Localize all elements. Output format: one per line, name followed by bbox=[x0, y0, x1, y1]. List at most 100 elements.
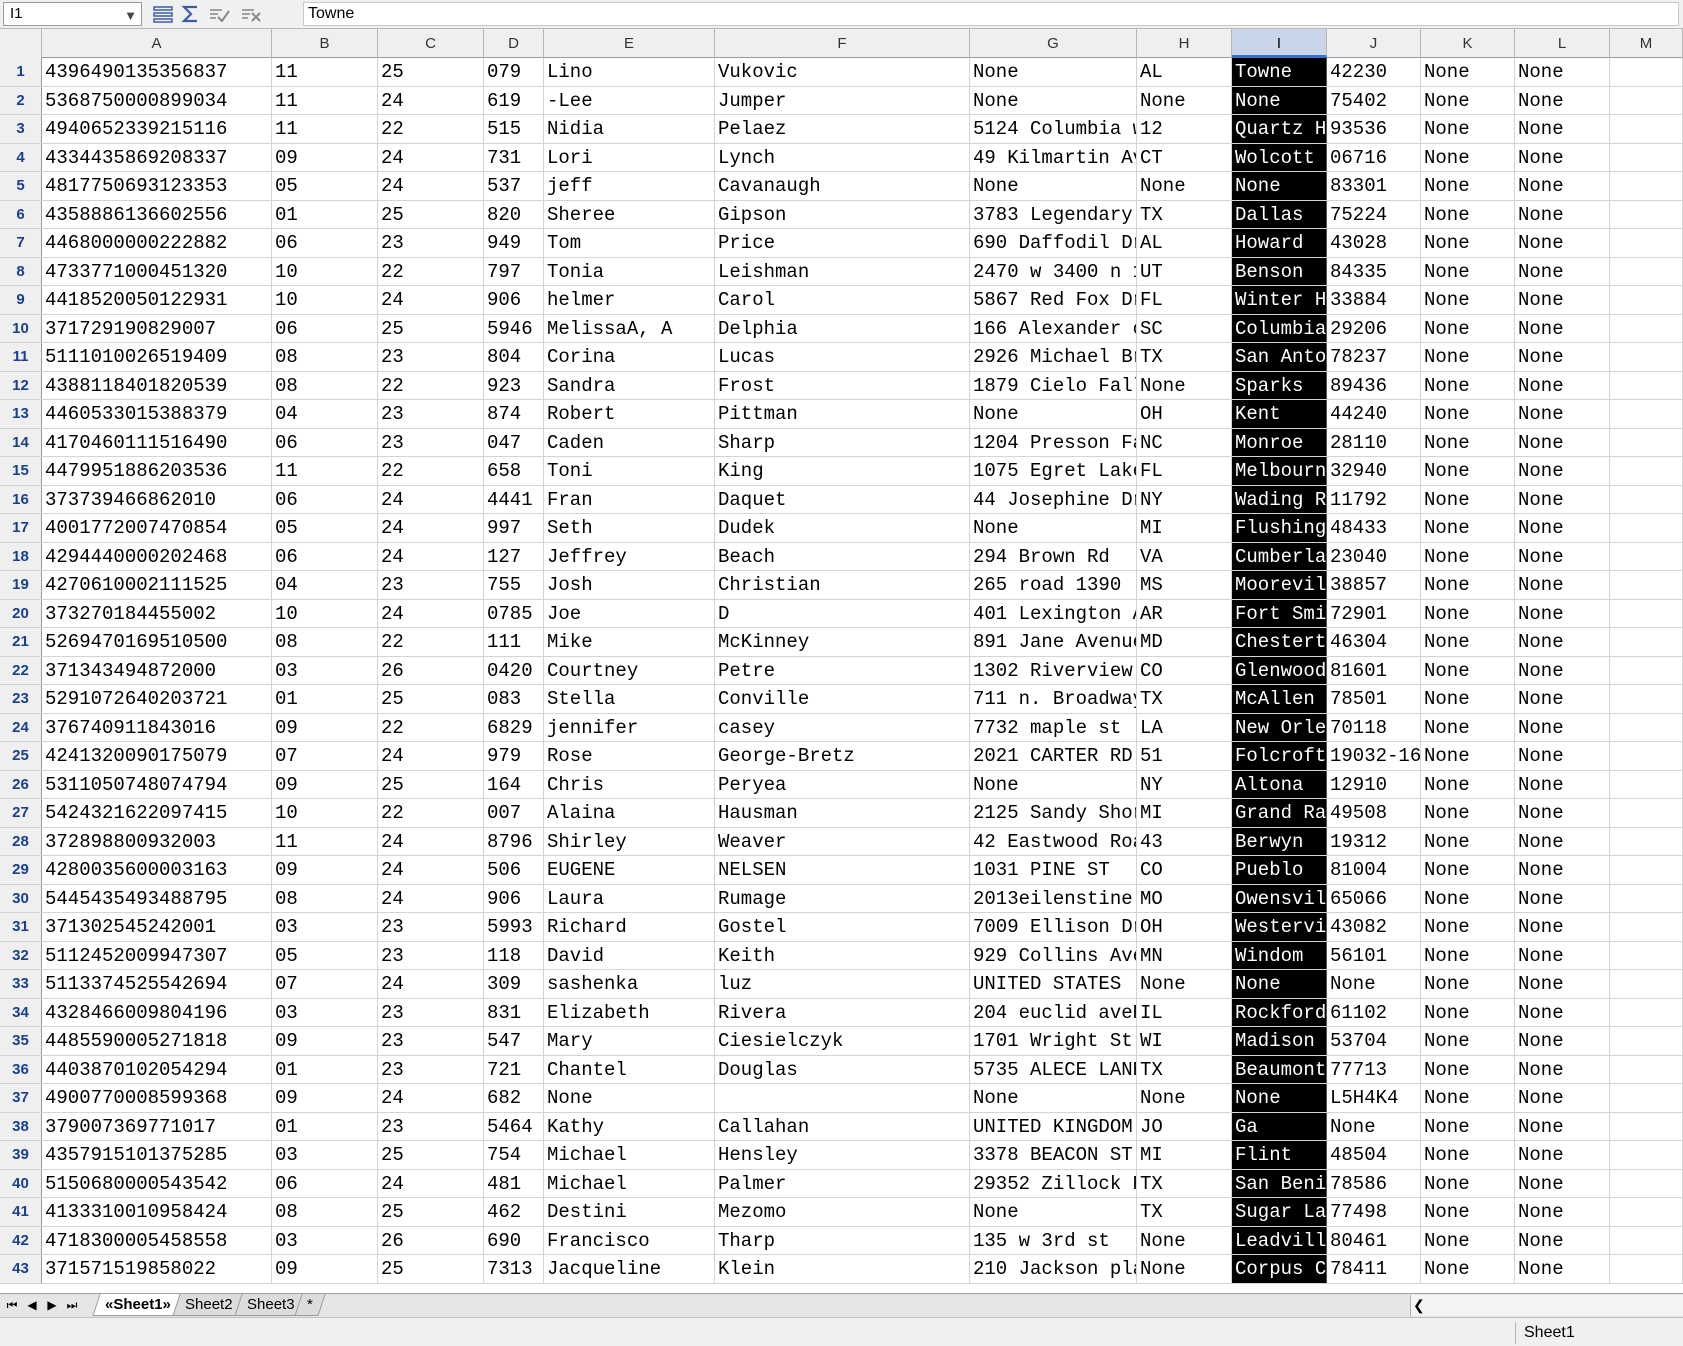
cell-f17[interactable]: Dudek bbox=[715, 514, 970, 542]
cell-c21[interactable]: 22 bbox=[378, 628, 484, 656]
row-header[interactable]: 20 bbox=[0, 599, 42, 627]
row-header[interactable]: 30 bbox=[0, 884, 42, 912]
cell-b39[interactable]: 03 bbox=[272, 1141, 378, 1169]
cell-j26[interactable]: 12910 bbox=[1327, 770, 1421, 798]
cell-l1[interactable]: None bbox=[1515, 58, 1610, 86]
cell-l15[interactable]: None bbox=[1515, 457, 1610, 485]
cell-j21[interactable]: 46304 bbox=[1327, 628, 1421, 656]
row-header[interactable]: 17 bbox=[0, 514, 42, 542]
cell-c13[interactable]: 23 bbox=[378, 400, 484, 428]
cell-k1[interactable]: None bbox=[1421, 58, 1515, 86]
column-header-i[interactable]: I bbox=[1232, 29, 1327, 58]
cell-m30[interactable] bbox=[1610, 884, 1683, 912]
cell-i5[interactable]: None bbox=[1232, 172, 1327, 200]
cell-j27[interactable]: 49508 bbox=[1327, 799, 1421, 827]
cell-g28[interactable]: 42 Eastwood Roa bbox=[970, 827, 1137, 855]
cell-j22[interactable]: 81601 bbox=[1327, 656, 1421, 684]
cell-a39[interactable]: 4357915101375285 bbox=[42, 1141, 272, 1169]
cell-m21[interactable] bbox=[1610, 628, 1683, 656]
cell-l42[interactable]: None bbox=[1515, 1226, 1610, 1254]
cell-h12[interactable]: None bbox=[1137, 371, 1232, 399]
cell-m17[interactable] bbox=[1610, 514, 1683, 542]
cell-c29[interactable]: 24 bbox=[378, 856, 484, 884]
cell-m33[interactable] bbox=[1610, 970, 1683, 998]
cell-b30[interactable]: 08 bbox=[272, 884, 378, 912]
cell-l37[interactable]: None bbox=[1515, 1084, 1610, 1112]
cell-g42[interactable]: 135 w 3rd st bbox=[970, 1226, 1137, 1254]
cell-h36[interactable]: TX bbox=[1137, 1055, 1232, 1083]
cell-l6[interactable]: None bbox=[1515, 200, 1610, 228]
cell-b32[interactable]: 05 bbox=[272, 941, 378, 969]
row-header[interactable]: 27 bbox=[0, 799, 42, 827]
row-header[interactable]: 29 bbox=[0, 856, 42, 884]
cell-a42[interactable]: 4718300005458558 bbox=[42, 1226, 272, 1254]
cell-m25[interactable] bbox=[1610, 742, 1683, 770]
cell-f38[interactable]: Callahan bbox=[715, 1112, 970, 1140]
cell-j9[interactable]: 33884 bbox=[1327, 286, 1421, 314]
cell-a19[interactable]: 4270610002111525 bbox=[42, 571, 272, 599]
formula-input[interactable]: Towne bbox=[303, 2, 1679, 26]
cell-k26[interactable]: None bbox=[1421, 770, 1515, 798]
cell-c31[interactable]: 23 bbox=[378, 913, 484, 941]
cell-g5[interactable]: None bbox=[970, 172, 1137, 200]
cell-g21[interactable]: 891 Jane Avenue bbox=[970, 628, 1137, 656]
cell-m38[interactable] bbox=[1610, 1112, 1683, 1140]
cell-i29[interactable]: Pueblo bbox=[1232, 856, 1327, 884]
cell-j6[interactable]: 75224 bbox=[1327, 200, 1421, 228]
cell-d10[interactable]: 5946 bbox=[484, 314, 544, 342]
column-header-d[interactable]: D bbox=[484, 29, 544, 58]
cell-d3[interactable]: 515 bbox=[484, 115, 544, 143]
column-header-c[interactable]: C bbox=[378, 29, 484, 58]
cell-d40[interactable]: 481 bbox=[484, 1169, 544, 1197]
cell-h6[interactable]: TX bbox=[1137, 200, 1232, 228]
cell-e31[interactable]: Richard bbox=[544, 913, 715, 941]
cell-k18[interactable]: None bbox=[1421, 542, 1515, 570]
cell-k30[interactable]: None bbox=[1421, 884, 1515, 912]
cell-e37[interactable]: None bbox=[544, 1084, 715, 1112]
cell-i40[interactable]: San Beni bbox=[1232, 1169, 1327, 1197]
cell-f42[interactable]: Tharp bbox=[715, 1226, 970, 1254]
cell-c14[interactable]: 23 bbox=[378, 428, 484, 456]
cell-e5[interactable]: jeff bbox=[544, 172, 715, 200]
cell-i18[interactable]: Cumberla bbox=[1232, 542, 1327, 570]
cell-k22[interactable]: None bbox=[1421, 656, 1515, 684]
cell-e15[interactable]: Toni bbox=[544, 457, 715, 485]
cell-j1[interactable]: 42230 bbox=[1327, 58, 1421, 86]
cell-i22[interactable]: Glenwood bbox=[1232, 656, 1327, 684]
row-header[interactable]: 35 bbox=[0, 1027, 42, 1055]
cell-b20[interactable]: 10 bbox=[272, 599, 378, 627]
cell-a7[interactable]: 4468000000222882 bbox=[42, 229, 272, 257]
cell-j36[interactable]: 77713 bbox=[1327, 1055, 1421, 1083]
sheet-tab-1[interactable]: «Sheet1» bbox=[92, 1294, 184, 1316]
row-header[interactable]: 28 bbox=[0, 827, 42, 855]
cell-d39[interactable]: 754 bbox=[484, 1141, 544, 1169]
cell-b3[interactable]: 11 bbox=[272, 115, 378, 143]
row-header[interactable]: 11 bbox=[0, 343, 42, 371]
cell-l4[interactable]: None bbox=[1515, 143, 1610, 171]
row-header[interactable]: 21 bbox=[0, 628, 42, 656]
cell-c25[interactable]: 24 bbox=[378, 742, 484, 770]
cell-e29[interactable]: EUGENE bbox=[544, 856, 715, 884]
cell-i39[interactable]: Flint bbox=[1232, 1141, 1327, 1169]
cell-a37[interactable]: 4900770008599368 bbox=[42, 1084, 272, 1112]
cell-h26[interactable]: NY bbox=[1137, 770, 1232, 798]
column-header-m[interactable]: M bbox=[1610, 29, 1683, 58]
cell-d6[interactable]: 820 bbox=[484, 200, 544, 228]
name-box[interactable]: I1 ▼ bbox=[3, 2, 142, 26]
cell-e1[interactable]: Lino bbox=[544, 58, 715, 86]
cell-f3[interactable]: Pelaez bbox=[715, 115, 970, 143]
cell-c4[interactable]: 24 bbox=[378, 143, 484, 171]
cell-d24[interactable]: 6829 bbox=[484, 713, 544, 741]
cell-m8[interactable] bbox=[1610, 257, 1683, 285]
column-header-b[interactable]: B bbox=[272, 29, 378, 58]
cell-k29[interactable]: None bbox=[1421, 856, 1515, 884]
cell-b27[interactable]: 10 bbox=[272, 799, 378, 827]
cell-c42[interactable]: 26 bbox=[378, 1226, 484, 1254]
cell-k21[interactable]: None bbox=[1421, 628, 1515, 656]
cell-j38[interactable]: None bbox=[1327, 1112, 1421, 1140]
column-header-g[interactable]: G bbox=[970, 29, 1137, 58]
cell-i30[interactable]: Owensvil bbox=[1232, 884, 1327, 912]
cell-a43[interactable]: 371571519858022 bbox=[42, 1255, 272, 1283]
cell-k20[interactable]: None bbox=[1421, 599, 1515, 627]
cell-l23[interactable]: None bbox=[1515, 685, 1610, 713]
